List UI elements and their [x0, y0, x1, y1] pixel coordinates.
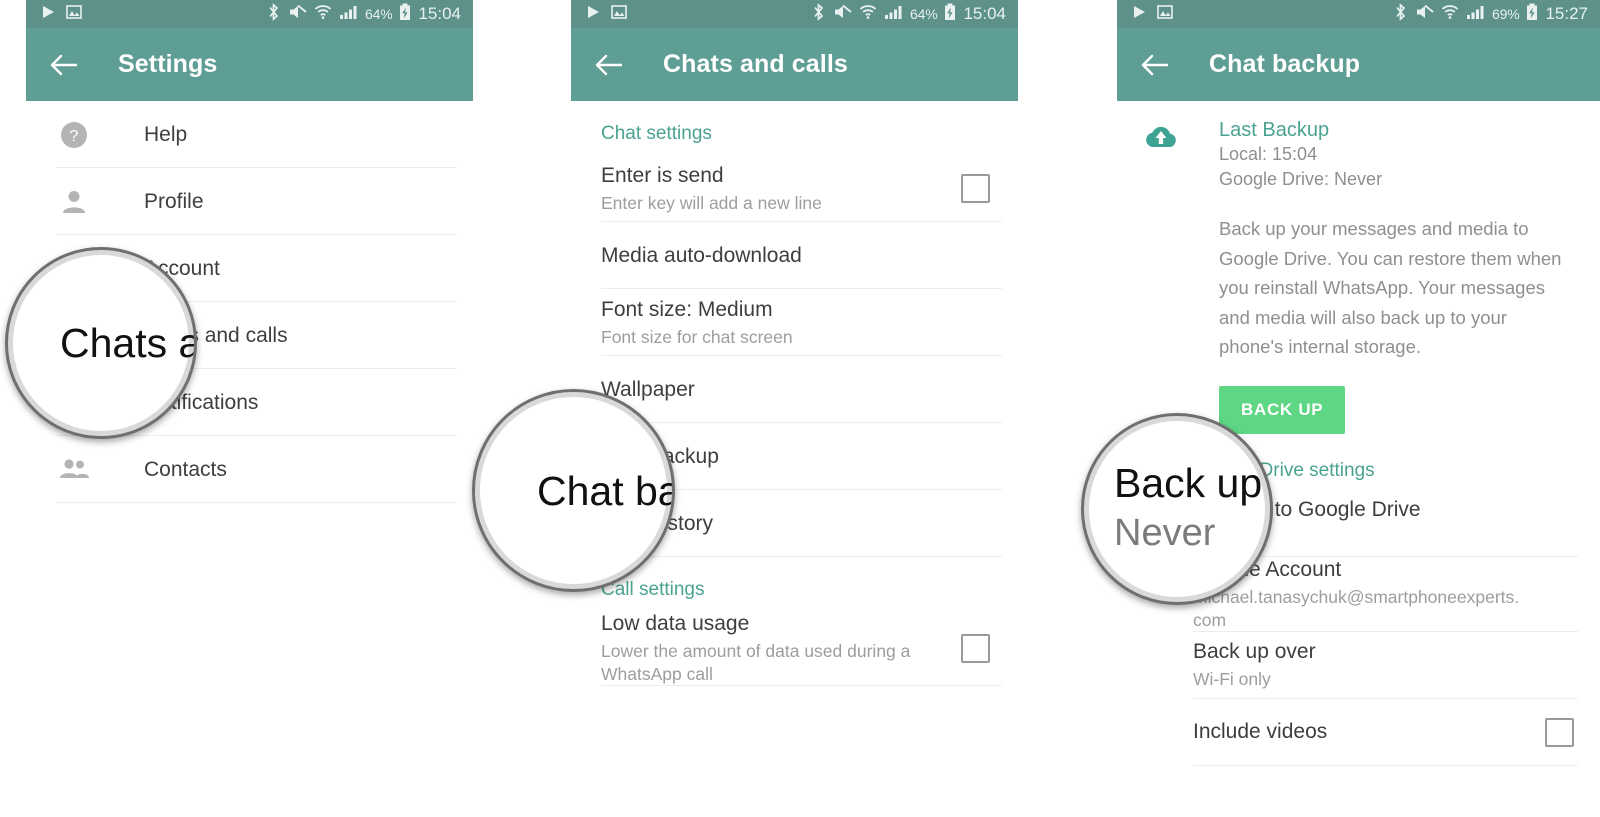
list-item-title: Low data usage — [601, 612, 750, 635]
list-item-title: Back up over — [1193, 640, 1316, 663]
list-item-subtitle: michael.tanasychuk@smartphoneexperts.com — [1193, 586, 1520, 630]
battery-charging-icon — [399, 3, 411, 26]
app-bar: Chats and calls — [571, 28, 1018, 101]
list-item-back-up-over[interactable]: Back up over Wi-Fi only — [1117, 632, 1600, 699]
page-title: Chats and calls — [663, 50, 848, 78]
back-arrow-icon[interactable] — [1139, 48, 1173, 82]
list-item-subtitle: Wi-Fi only — [1193, 669, 1271, 689]
enter-is-send-checkbox[interactable] — [961, 174, 990, 203]
image-icon — [1157, 4, 1173, 25]
magnifier-loupe-chats-and-calls: Chats a — [5, 247, 197, 439]
magnifier-text: Back up — [1114, 460, 1263, 506]
back-up-button[interactable]: BACK UP — [1219, 385, 1346, 434]
low-data-usage-checkbox[interactable] — [961, 634, 990, 663]
last-backup-heading: Last Backup — [1219, 119, 1330, 141]
play-icon — [585, 4, 601, 25]
magnifier-loupe-back-up-never: Back up Never — [1081, 413, 1273, 605]
status-bar: 69% 15:27 — [1117, 0, 1600, 28]
wifi-icon — [314, 3, 332, 26]
help-circle-icon: ? — [56, 120, 92, 150]
phone-screenshot-chats-and-calls: 64% 15:04 Chats and calls Chat settings … — [571, 0, 1018, 817]
list-item-include-videos[interactable]: Include videos — [1117, 699, 1600, 766]
sidebar-item-label: Notifications — [144, 390, 259, 414]
back-arrow-icon[interactable] — [48, 48, 82, 82]
battery-charging-icon — [944, 3, 956, 26]
magnifier-subtext: Never — [1114, 512, 1216, 554]
status-clock: 15:04 — [418, 4, 461, 23]
sidebar-item-label: Contacts — [144, 457, 227, 481]
status-bar: 64% 15:04 — [26, 0, 473, 28]
cellular-signal-icon — [339, 4, 358, 25]
page-title: Chat backup — [1209, 50, 1361, 78]
magnifier-text: Chats a — [60, 320, 197, 366]
battery-percentage: 64% — [365, 6, 393, 22]
svg-text:?: ? — [70, 128, 79, 145]
sidebar-item-contacts[interactable]: Contacts — [26, 436, 473, 503]
magnifier-loupe-chat-backup: Chat ba — [472, 389, 675, 592]
list-item-title: Font size: Medium — [601, 297, 773, 321]
list-item-font-size[interactable]: Font size: Medium Font size for chat scr… — [571, 289, 1018, 356]
play-icon — [1131, 4, 1147, 25]
list-item-title: Wallpaper — [601, 377, 695, 401]
cloud-upload-icon — [1143, 119, 1181, 434]
list-item-subtitle: Lower the amount of data used during a W… — [601, 641, 911, 684]
list-item-title: Include videos — [1193, 720, 1328, 743]
battery-percentage: 69% — [1492, 6, 1520, 22]
wifi-icon — [1441, 3, 1459, 26]
image-icon — [66, 4, 82, 25]
include-videos-checkbox[interactable] — [1545, 717, 1574, 747]
list-item-title: Enter is send — [601, 163, 724, 187]
status-clock: 15:27 — [1545, 4, 1588, 23]
image-icon — [611, 4, 627, 25]
cellular-signal-icon — [884, 4, 903, 25]
sidebar-item-label: Profile — [144, 189, 204, 213]
phone-screenshot-chat-backup: 69% 15:27 Chat backup Last Backup Local:… — [1117, 0, 1600, 817]
sidebar-item-label: Help — [144, 122, 188, 146]
contacts-icon — [56, 457, 92, 483]
backup-description: Back up your messages and media to Googl… — [1219, 218, 1562, 357]
battery-percentage: 64% — [910, 6, 938, 22]
wifi-icon — [859, 3, 877, 26]
person-icon — [56, 187, 92, 217]
battery-charging-icon — [1526, 3, 1538, 26]
play-icon — [40, 4, 56, 25]
bluetooth-icon — [266, 2, 281, 26]
app-bar: Chat backup — [1117, 28, 1600, 101]
list-item-title: Media auto-download — [601, 243, 802, 267]
magnifier-text: Chat ba — [537, 467, 675, 514]
app-bar: Settings — [26, 28, 473, 101]
cellular-signal-icon — [1466, 4, 1485, 25]
last-backup-local: Local: 15:04 — [1219, 144, 1318, 164]
status-bar: 64% 15:04 — [571, 0, 1018, 28]
list-item-subtitle: Font size for chat screen — [601, 326, 793, 347]
chats-and-calls-list: Chat settings Enter is send Enter key wi… — [571, 101, 1018, 686]
last-backup-block: Last Backup Local: 15:04 Google Drive: N… — [1117, 101, 1600, 434]
sidebar-item-help[interactable]: ? Help — [26, 101, 473, 168]
sidebar-item-label: Account — [144, 256, 220, 280]
back-arrow-icon[interactable] — [593, 48, 627, 82]
list-item-enter-is-send[interactable]: Enter is send Enter key will add a new l… — [571, 155, 1018, 222]
last-backup-drive: Google Drive: Never — [1219, 169, 1383, 189]
sidebar-item-profile[interactable]: Profile — [26, 168, 473, 235]
page-title: Settings — [118, 50, 218, 78]
volume-mute-icon — [833, 3, 852, 26]
list-item-low-data-usage[interactable]: Low data usage Lower the amount of data … — [571, 611, 1018, 686]
bluetooth-icon — [1393, 2, 1408, 26]
section-header-chat-settings: Chat settings — [601, 123, 712, 144]
list-item-subtitle: Enter key will add a new line — [601, 192, 822, 213]
volume-mute-icon — [1415, 3, 1434, 26]
volume-mute-icon — [288, 3, 307, 26]
status-clock: 15:04 — [963, 4, 1006, 23]
list-item-media-auto-download[interactable]: Media auto-download — [571, 222, 1018, 289]
bluetooth-icon — [811, 2, 826, 26]
